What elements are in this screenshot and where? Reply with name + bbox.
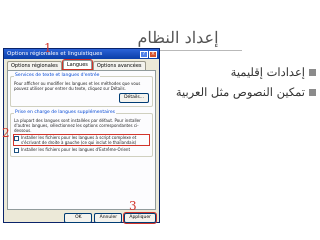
bullet-item: تمكين النصوص مثل العربية (160, 82, 316, 102)
dialog-titlebar[interactable]: Options régionales et linguistiques ? × (4, 49, 159, 59)
close-icon[interactable]: × (149, 50, 157, 58)
cancel-button[interactable]: Annuler (94, 213, 123, 223)
tab-advanced-options[interactable]: Options avancées (92, 61, 146, 70)
step-marker-3: 3 (129, 199, 137, 213)
complex-script-checkbox-row[interactable]: Installer les fichiers pour les langues … (13, 134, 150, 146)
bullet-list: إعدادات إقليمية تمكين النصوص مثل العربية (160, 62, 316, 102)
east-asian-checkbox[interactable] (14, 148, 19, 153)
slide-title: إعداد النظام (137, 28, 219, 47)
square-bullet-icon (309, 68, 316, 76)
tab-regional-options[interactable]: Options régionales (7, 61, 62, 70)
east-asian-checkbox-row[interactable]: Installer les fichiers pour les langues … (14, 147, 149, 153)
step-marker-1: 1 (44, 41, 52, 55)
tab-languages[interactable]: Langues (61, 59, 93, 70)
bullet-item: إعدادات إقليمية (160, 62, 316, 82)
bullet-text: إعدادات إقليمية (230, 65, 305, 79)
regional-options-dialog: Options régionales et linguistiques ? × … (3, 48, 160, 224)
square-bullet-icon (309, 88, 316, 96)
checkbox-label: Installer les fichiers pour les langues … (21, 135, 137, 145)
dialog-tabs: Options régionales Langues Options avanc… (4, 59, 159, 70)
supplemental-language-group: Prise en charge de langues supplémentair… (10, 110, 153, 157)
dialog-title: Options régionales et linguistiques (7, 51, 103, 57)
help-icon[interactable]: ? (140, 50, 148, 58)
group-legend: Services de texte et langues d'entrée (14, 73, 101, 78)
apply-button[interactable]: Appliquer (123, 212, 157, 224)
group-description: Pour afficher ou modifier les langues et… (14, 81, 141, 91)
checkbox-label: Installer les fichiers pour les langues … (21, 147, 131, 152)
text-services-group: Services de texte et langues d'entrée Po… (10, 73, 153, 107)
group-legend: Prise en charge de langues supplémentair… (14, 110, 116, 115)
details-button[interactable]: Détails... (119, 93, 149, 103)
languages-panel: Services de texte et langues d'entrée Po… (7, 70, 156, 210)
bullet-text: تمكين النصوص مثل العربية (175, 85, 305, 99)
group-description: La plupart des langues sont installées p… (14, 118, 141, 133)
step-marker-2: 2 (2, 126, 10, 140)
ok-button[interactable]: OK (64, 213, 93, 223)
complex-script-checkbox[interactable] (14, 136, 19, 141)
